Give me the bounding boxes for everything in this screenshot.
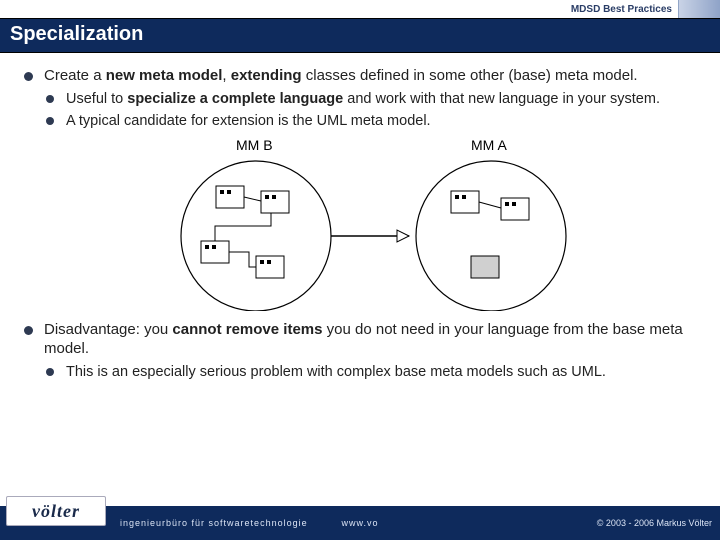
footer-tagline: ingenieurbüro für softwaretechnologie bbox=[120, 518, 308, 528]
text: Create a bbox=[44, 67, 106, 84]
top-bar: MDSD Best Practices bbox=[0, 0, 720, 18]
bullet-2-1: This is an especially serious problem wi… bbox=[44, 363, 698, 381]
text: , bbox=[222, 67, 230, 84]
metamodel-diagram: MM B MM A bbox=[141, 136, 601, 311]
diagram-label-left: MM B bbox=[236, 137, 273, 153]
diagram-container: MM B MM A bbox=[44, 136, 698, 311]
box bbox=[216, 186, 244, 208]
top-decoration bbox=[678, 0, 720, 18]
sub-list: Useful to specialize a complete language… bbox=[44, 90, 698, 130]
connector bbox=[244, 197, 261, 201]
text-bold: new meta model bbox=[106, 67, 223, 84]
box-grey bbox=[471, 256, 499, 278]
connector bbox=[229, 252, 256, 267]
diagram-label-right: MM A bbox=[471, 137, 507, 153]
footer-copyright: © 2003 - 2006 Markus Völter bbox=[597, 518, 712, 528]
text: This is an especially serious problem wi… bbox=[66, 364, 606, 380]
logo: völter bbox=[6, 496, 106, 526]
footer-bar: völter ingenieurbüro für softwaretechnol… bbox=[0, 506, 720, 540]
slide: MDSD Best Practices Specialization Creat… bbox=[0, 0, 720, 540]
page-title: Specialization bbox=[10, 23, 143, 45]
circle-mmb bbox=[181, 161, 331, 311]
top-label: MDSD Best Practices bbox=[571, 4, 672, 15]
connector bbox=[479, 202, 501, 208]
content-area: Create a new meta model, extending class… bbox=[0, 53, 720, 506]
box bbox=[201, 241, 229, 263]
text: and work with that new language in your … bbox=[343, 91, 660, 107]
box bbox=[256, 256, 284, 278]
box bbox=[261, 191, 289, 213]
circle-mma bbox=[416, 161, 566, 311]
connector bbox=[215, 213, 271, 241]
text-bold: cannot remove items bbox=[172, 321, 322, 338]
bullet-1: Create a new meta model, extending class… bbox=[22, 67, 698, 311]
bullet-list: Create a new meta model, extending class… bbox=[22, 67, 698, 381]
sub-list: This is an especially serious problem wi… bbox=[44, 363, 698, 381]
bullet-2: Disadvantage: you cannot remove items yo… bbox=[22, 321, 698, 381]
title-bar: Specialization bbox=[0, 18, 720, 53]
text: Useful to bbox=[66, 91, 127, 107]
text-bold: specialize a complete language bbox=[127, 91, 343, 107]
box bbox=[451, 191, 479, 213]
text: A typical candidate for extension is the… bbox=[66, 113, 431, 129]
box bbox=[501, 198, 529, 220]
text-bold: extending bbox=[231, 67, 302, 84]
logo-text: völter bbox=[32, 501, 80, 522]
text: classes defined in some other (base) met… bbox=[302, 67, 638, 84]
bullet-1-2: A typical candidate for extension is the… bbox=[44, 112, 698, 130]
footer-website: www.vo bbox=[341, 518, 378, 528]
bullet-1-1: Useful to specialize a complete language… bbox=[44, 90, 698, 108]
text: Disadvantage: you bbox=[44, 321, 172, 338]
inheritance-arrowhead bbox=[397, 230, 409, 242]
